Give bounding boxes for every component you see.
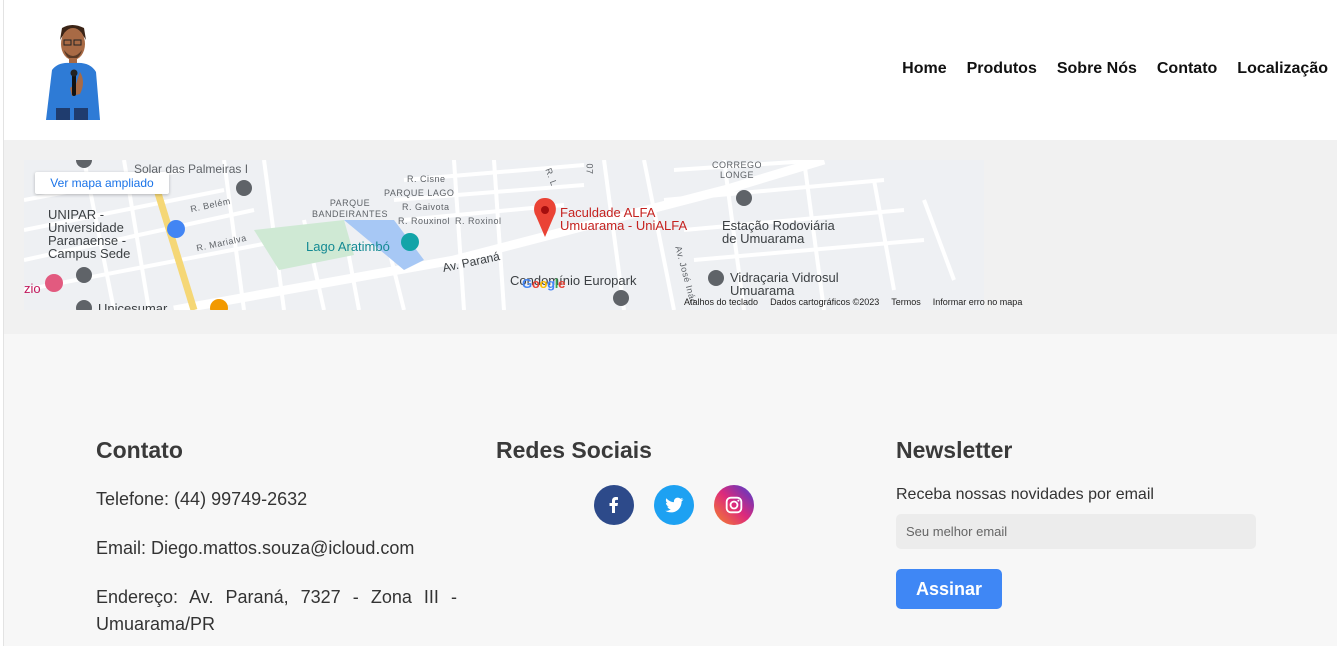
instagram-icon[interactable] — [714, 485, 754, 525]
map-report-error-link[interactable]: Informar erro no mapa — [933, 297, 1023, 307]
embedded-map[interactable]: Ver mapa ampliado Solar das Palmeiras I … — [24, 160, 1069, 310]
social-icons — [594, 485, 754, 525]
map-terms-link[interactable]: Termos — [891, 297, 921, 307]
map-street-gaivota: R. Gaivota — [402, 202, 450, 212]
contact-email: Email: Diego.mattos.souza@icloud.com — [96, 538, 415, 558]
map-street-roxinol: R. Roxinol — [455, 216, 502, 226]
social-title: Redes Sociais — [496, 437, 652, 463]
logo-caricature[interactable] — [42, 22, 102, 120]
map-place-vidracaria: Vidraçaria Vidrosul Umuarama — [730, 270, 839, 298]
map-place-parque-lago: PARQUE LAGO — [384, 188, 455, 198]
map-section: Ver mapa ampliado Solar das Palmeiras I … — [4, 140, 1337, 334]
nav-sobre-nos[interactable]: Sobre Nós — [1057, 60, 1137, 78]
map-attribution: Atalhos do teclado Dados cartográficos ©… — [684, 297, 1022, 307]
contact-column: Contato Telefone: (44) 99749-2632 Email:… — [96, 437, 457, 638]
map-place-unipar: UNIPAR - Universidade Paranaense - Campu… — [48, 207, 131, 261]
map-place-solar: Solar das Palmeiras I — [134, 162, 249, 176]
facebook-icon[interactable] — [594, 485, 634, 525]
map-place-lago-aratimbo: Lago Aratimbó — [306, 239, 390, 254]
nav-localizacao[interactable]: Localização — [1237, 60, 1328, 78]
map-street-number: 07 — [584, 163, 595, 175]
newsletter-submit-button[interactable]: Assinar — [896, 569, 1002, 609]
map-street-cisne: R. Cisne — [407, 174, 446, 184]
map-pin-label: Faculdade ALFA Umuarama - UniALFA — [560, 205, 688, 233]
contact-title: Contato — [96, 437, 183, 463]
newsletter-column: Newsletter Receba nossas novidades por e… — [896, 437, 1256, 609]
contact-address: Endereço: Av. Paraná, 7327 - Zona III - … — [96, 587, 457, 634]
nav-produtos[interactable]: Produtos — [967, 60, 1037, 78]
nav-contato[interactable]: Contato — [1157, 60, 1217, 78]
newsletter-title: Newsletter — [896, 437, 1013, 463]
google-logo: Google — [522, 276, 566, 291]
map-place-estacao: Estação Rodoviária de Umuarama — [722, 218, 835, 246]
map-place-parque-bandeirantes: PARQUE BANDEIRANTES — [312, 198, 389, 219]
map-place-zio: zio — [24, 281, 41, 296]
page: Home Produtos Sobre Nós Contato Localiza… — [3, 0, 1337, 646]
site-footer: Contato Telefone: (44) 99749-2632 Email:… — [4, 334, 1337, 646]
main-nav: Home Produtos Sobre Nós Contato Localiza… — [902, 60, 1328, 78]
contact-phone: Telefone: (44) 99749-2632 — [96, 489, 308, 509]
map-street-rouxinol: R. Rouxinol — [398, 216, 451, 226]
map-keyboard-shortcuts-link[interactable]: Atalhos do teclado — [684, 297, 758, 307]
newsletter-email-input[interactable] — [896, 514, 1256, 549]
social-column: Redes Sociais — [496, 437, 796, 525]
nav-home[interactable]: Home — [902, 60, 946, 78]
newsletter-description: Receba nossas novidades por email — [896, 486, 1154, 503]
map-data-credit: Dados cartográficos ©2023 — [770, 297, 880, 307]
twitter-icon[interactable] — [654, 485, 694, 525]
map-place-unicesumar: Unicesumar — [98, 301, 168, 310]
map-place-corrego-longe: CORREGO LONGE — [712, 160, 763, 180]
site-header: Home Produtos Sobre Nós Contato Localiza… — [4, 0, 1337, 140]
